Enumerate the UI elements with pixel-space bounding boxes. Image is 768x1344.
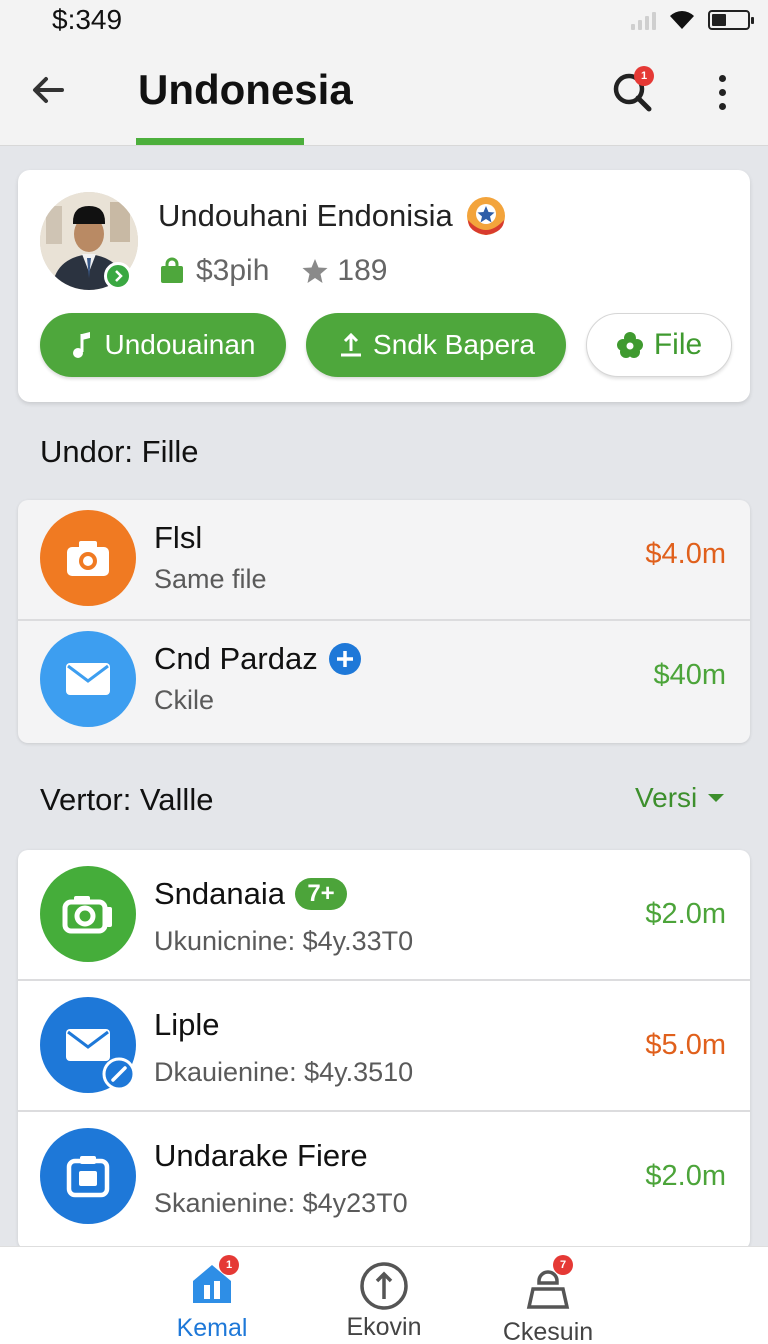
camera-icon <box>40 866 136 962</box>
item-title-text: Sndanaia <box>154 876 286 911</box>
profile-rating: 189 <box>301 254 387 288</box>
profile-actions: Undouainan Sndk Bapera File <box>40 313 732 377</box>
signal-icon <box>631 10 656 30</box>
nav-label: Ekovin <box>346 1313 422 1341</box>
vertor-list: Sndanaia 7+ Ukunicnine: $4y.33T0 $2.0m L… <box>18 850 750 1250</box>
section-title-vertor: Vertor: Vallle <box>40 782 214 817</box>
file-list: Flsl Same file $4.0m Cnd Pardaz Ckile $4… <box>18 500 750 743</box>
versi-dropdown[interactable]: Versi <box>635 782 725 814</box>
profile-stats: $3pih 189 <box>158 254 387 288</box>
camera-icon <box>40 510 136 606</box>
status-bar: $:349 <box>0 0 768 40</box>
item-title-text: Cnd Pardaz <box>154 641 318 676</box>
sndk-bapera-button[interactable]: Sndk Bapera <box>306 313 566 377</box>
edit-icon <box>102 1057 136 1091</box>
profile-card: Undouhani Endonisia $3pih 189 Undouainan <box>18 170 750 402</box>
shopping-bag-icon <box>161 257 183 283</box>
status-icons <box>631 9 754 31</box>
undouainan-button[interactable]: Undouainan <box>40 313 286 377</box>
nav-label: Kemal <box>176 1314 248 1342</box>
status-time: $:349 <box>52 4 123 35</box>
more-dot-icon <box>718 102 726 110</box>
item-title: Sndanaia 7+ <box>154 876 348 912</box>
star-icon <box>302 259 328 283</box>
list-item[interactable]: Liple Dkauienine: $4y.3510 $5.0m <box>18 981 750 1112</box>
bottom-nav: 1 Kemal Ekovin 7 Ckesuin <box>0 1246 768 1344</box>
mail-icon <box>40 631 136 727</box>
item-subtitle: Skanienine: $4y23T0 <box>154 1188 408 1218</box>
title-underline <box>136 138 304 145</box>
more-dot-icon <box>718 74 726 82</box>
item-badge: 7+ <box>295 878 348 910</box>
nav-item-kemal[interactable]: 1 Kemal <box>142 1255 282 1343</box>
item-title: Flsl <box>154 520 203 555</box>
verified-icon <box>104 262 132 290</box>
item-price: $4.0m <box>645 538 726 570</box>
file-label: File <box>653 328 703 361</box>
battery-icon <box>708 10 754 30</box>
chevron-down-icon <box>708 794 725 802</box>
undouainan-label: Undouainan <box>104 329 256 360</box>
item-price: $2.0m <box>645 898 726 930</box>
nav-item-ekovin[interactable]: Ekovin <box>314 1261 454 1342</box>
list-item[interactable]: Sndanaia 7+ Ukunicnine: $4y.33T0 $2.0m <box>18 850 750 981</box>
nav-badge: 7 <box>553 1255 573 1275</box>
list-item[interactable]: Undarake Fiere Skanienine: $4y23T0 $2.0m <box>18 1112 750 1243</box>
back-button[interactable] <box>24 66 72 114</box>
list-item[interactable]: Cnd Pardaz Ckile $40m <box>18 621 750 742</box>
versi-label: Versi <box>635 782 698 813</box>
item-price: $2.0m <box>645 1160 726 1192</box>
upload-icon <box>341 332 362 357</box>
arrow-left-icon <box>33 77 64 103</box>
section-title-files: Undor: Fille <box>40 434 199 469</box>
item-subtitle: Dkauienine: $4y.3510 <box>154 1057 414 1087</box>
music-note-icon <box>73 332 91 358</box>
more-options-button[interactable] <box>700 66 744 118</box>
item-subtitle: Ckile <box>154 685 215 715</box>
item-title: Cnd Pardaz <box>154 641 362 677</box>
item-price: $40m <box>653 659 726 691</box>
nav-badge: 1 <box>219 1255 239 1275</box>
more-dot-icon <box>718 88 726 96</box>
wifi-icon <box>670 11 694 29</box>
item-price: $5.0m <box>645 1029 726 1061</box>
item-subtitle: Same file <box>154 564 267 594</box>
rating-value: 189 <box>337 254 388 287</box>
photo-icon <box>40 1128 136 1224</box>
item-title: Undarake Fiere <box>154 1138 368 1173</box>
gear-icon <box>616 332 643 358</box>
mail-icon <box>40 997 136 1093</box>
star-badge-icon <box>467 197 505 235</box>
page-title: Undonesia <box>138 66 353 113</box>
search-badge: 1 <box>634 66 654 86</box>
profile-name: Undouhani Endonisia <box>158 198 453 233</box>
add-circle-icon[interactable] <box>328 642 362 676</box>
list-item[interactable]: Flsl Same file $4.0m <box>18 500 750 621</box>
sndk-bapera-label: Sndk Bapera <box>373 329 535 360</box>
item-title: Liple <box>154 1007 220 1042</box>
app-bar: Undonesia 1 <box>0 40 768 146</box>
nav-item-ckesuin[interactable]: 7 Ckesuin <box>478 1255 618 1344</box>
profile-price: $3pih <box>196 254 270 287</box>
item-subtitle: Ukunicnine: $4y.33T0 <box>154 926 414 956</box>
file-button[interactable]: File <box>586 313 732 377</box>
nav-label: Ckesuin <box>502 1318 594 1344</box>
search-button[interactable]: 1 <box>606 66 658 118</box>
upload-circle-icon <box>360 1262 408 1310</box>
